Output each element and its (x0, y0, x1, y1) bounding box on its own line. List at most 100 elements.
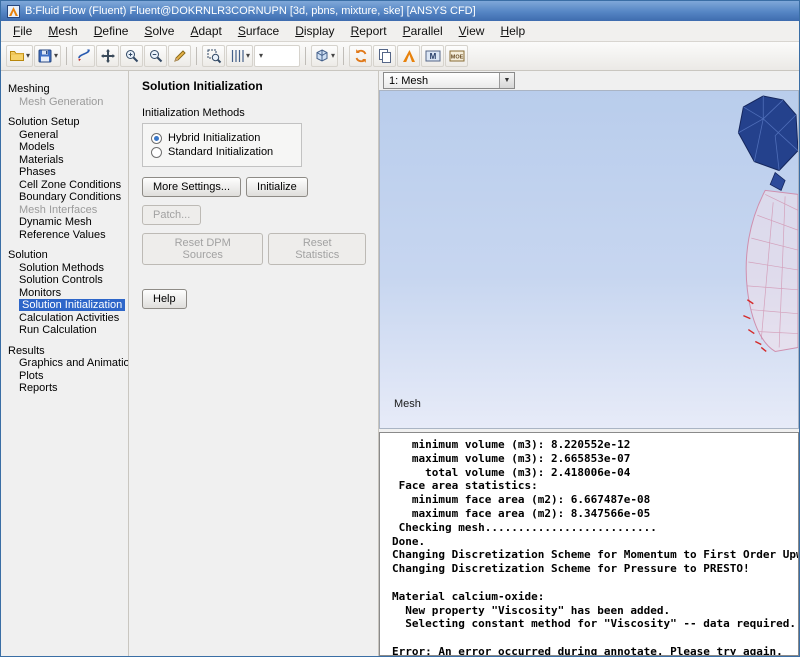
chevron-down-icon: ▾ (331, 51, 336, 60)
rotate-icon (76, 48, 92, 64)
tree-item-calculation-activities[interactable]: Calculation Activities (1, 312, 128, 325)
chevron-down-icon: ▾ (246, 51, 251, 60)
chevron-down-icon: ▼ (499, 73, 514, 88)
menu-adapt[interactable]: Adapt (182, 22, 229, 40)
wireframe-display-button[interactable]: ▾ (226, 45, 254, 67)
copy-screenshot-button[interactable] (373, 45, 397, 67)
open-file-button[interactable]: ▾ (6, 45, 34, 67)
floppy-icon (37, 48, 53, 64)
menu-parallel[interactable]: Parallel (395, 22, 451, 40)
tree-item-plots[interactable]: Plots (1, 370, 128, 383)
console-line: New property "Viscosity" has been added. (392, 603, 671, 617)
zoom-out-button[interactable] (144, 45, 168, 67)
console-line: Checking mesh.......................... (392, 520, 657, 534)
help-button[interactable]: Help (142, 289, 187, 309)
tree-item-solution-methods[interactable]: Solution Methods (1, 262, 128, 275)
more-settings-button[interactable]: More Settings... (142, 177, 242, 197)
initialization-methods-label: Initialization Methods (142, 107, 245, 119)
menu-report[interactable]: Report (343, 22, 395, 40)
tree-item-boundary-conditions[interactable]: Boundary Conditions (1, 191, 128, 204)
svg-text:M: M (429, 52, 436, 61)
graphics-view-selector[interactable]: 1: Mesh ▼ (383, 72, 515, 89)
zoom-fit-icon (206, 48, 222, 64)
initialize-button[interactable]: Initialize (246, 177, 308, 197)
console-line: Changing Discretization Scheme for Momen… (392, 548, 799, 562)
menubar: File Mesh Define Solve Adapt Surface Display Re… (1, 21, 799, 42)
console-line: Error: An error occurred during annotate… (392, 644, 783, 656)
rotate-view-button[interactable] (72, 45, 96, 67)
graphics-viewport[interactable]: Mesh (379, 90, 799, 429)
toolbar-separator (343, 47, 345, 65)
patch-button[interactable]: Patch... (142, 205, 202, 225)
tree-item-general[interactable]: General (1, 129, 128, 142)
console-line: maximum volume (m3): 2.665853e-07 (392, 451, 631, 465)
pan-button[interactable] (96, 45, 120, 67)
menu-help[interactable]: Help (492, 22, 533, 40)
menu-surface[interactable]: Surface (230, 22, 287, 40)
toolbar: ▾ ▾ ▾ ▾ ▾ M MOE (1, 42, 799, 71)
menu-solve[interactable]: Solve (136, 22, 182, 40)
reset-dpm-sources-button[interactable]: Reset DPM Sources (142, 233, 264, 265)
initialization-methods-group: Hybrid Initialization Standard Initializ… (142, 123, 302, 167)
hybrid-initialization-radio[interactable]: Hybrid Initialization (151, 132, 293, 144)
tree-item-solution-controls[interactable]: Solution Controls (1, 274, 128, 287)
fluent-window: B:Fluid Flow (Fluent) Fluent@DOKRNLR3COR… (0, 0, 800, 657)
console-line: Material calcium-oxide: (392, 589, 545, 603)
radio-icon (151, 132, 162, 144)
refresh-icon (353, 48, 369, 64)
tree-item-phases[interactable]: Phases (1, 166, 128, 179)
console-line: Selecting constant method for "Viscosity… (392, 617, 796, 631)
tree-section-meshing[interactable]: Meshing (1, 83, 128, 96)
tree-item-mesh-interfaces[interactable]: Mesh Interfaces (1, 204, 128, 217)
chevron-down-icon: ▾ (259, 51, 264, 60)
tree-section-solution[interactable]: Solution (1, 249, 128, 262)
refresh-workbench-button[interactable] (349, 45, 373, 67)
options-badge-button[interactable]: MOE (445, 45, 469, 67)
console-line: Done. (392, 534, 426, 548)
window-title: B:Fluid Flow (Fluent) Fluent@DOKRNLR3COR… (25, 5, 476, 17)
menu-file[interactable]: File (5, 22, 40, 40)
surface-combobox[interactable]: ▾ (254, 45, 301, 67)
tree-item-cell-zone-conditions[interactable]: Cell Zone Conditions (1, 179, 128, 192)
standard-initialization-radio[interactable]: Standard Initialization (151, 146, 293, 158)
save-button[interactable]: ▾ (34, 45, 62, 67)
tree-item-models[interactable]: Models (1, 141, 128, 154)
ansys-workbench-button[interactable] (397, 45, 421, 67)
console-line: minimum face area (m2): 6.667487e-08 (392, 493, 651, 507)
fit-to-window-button[interactable] (202, 45, 226, 67)
tree-item-reports[interactable]: Reports (1, 382, 128, 395)
tree-section-solution-setup[interactable]: Solution Setup (1, 116, 128, 129)
console-output[interactable]: minimum volume (m3): 8.220552e-12 maximu… (379, 432, 799, 656)
tree-item-monitors[interactable]: Monitors (1, 287, 128, 300)
tree-item-solution-initialization[interactable]: Solution Initialization (1, 299, 128, 312)
tree-item-mesh-generation[interactable]: Mesh Generation (1, 96, 128, 109)
orientation-cube-button[interactable]: ▾ (311, 45, 339, 67)
tree-section-results[interactable]: Results (1, 345, 128, 358)
tree-item-reference-values[interactable]: Reference Values (1, 229, 128, 242)
radio-label: Standard Initialization (168, 146, 274, 158)
menu-mesh[interactable]: Mesh (40, 22, 85, 40)
graphics-and-console-area: 1: Mesh ▼ Mesh minimum volume (m3): 8.22… (378, 71, 799, 656)
app-icon (7, 4, 20, 18)
titlebar[interactable]: B:Fluid Flow (Fluent) Fluent@DOKRNLR3COR… (1, 1, 799, 21)
pan-icon (100, 48, 116, 64)
menu-display[interactable]: Display (287, 22, 342, 40)
zoom-in-button[interactable] (120, 45, 144, 67)
probe-button[interactable] (168, 45, 192, 67)
tree-item-run-calculation[interactable]: Run Calculation (1, 324, 128, 337)
tree-item-graphics-and-animations[interactable]: Graphics and Animations (1, 357, 128, 370)
tree-item-dynamic-mesh[interactable]: Dynamic Mesh (1, 216, 128, 229)
toolbar-separator (305, 47, 307, 65)
toolbar-separator (66, 47, 68, 65)
badge-moe-icon: MOE (449, 48, 465, 64)
reset-statistics-button[interactable]: Reset Statistics (268, 233, 366, 265)
menu-define[interactable]: Define (86, 22, 137, 40)
menu-view[interactable]: View (451, 22, 493, 40)
model-badge-button[interactable]: M (421, 45, 445, 67)
task-panel-title: Solution Initialization (142, 79, 263, 93)
tree-item-materials[interactable]: Materials (1, 154, 128, 167)
badge-m-icon: M (425, 48, 441, 64)
pencil-icon (172, 48, 188, 64)
console-line: minimum volume (m3): 8.220552e-12 (392, 438, 631, 451)
